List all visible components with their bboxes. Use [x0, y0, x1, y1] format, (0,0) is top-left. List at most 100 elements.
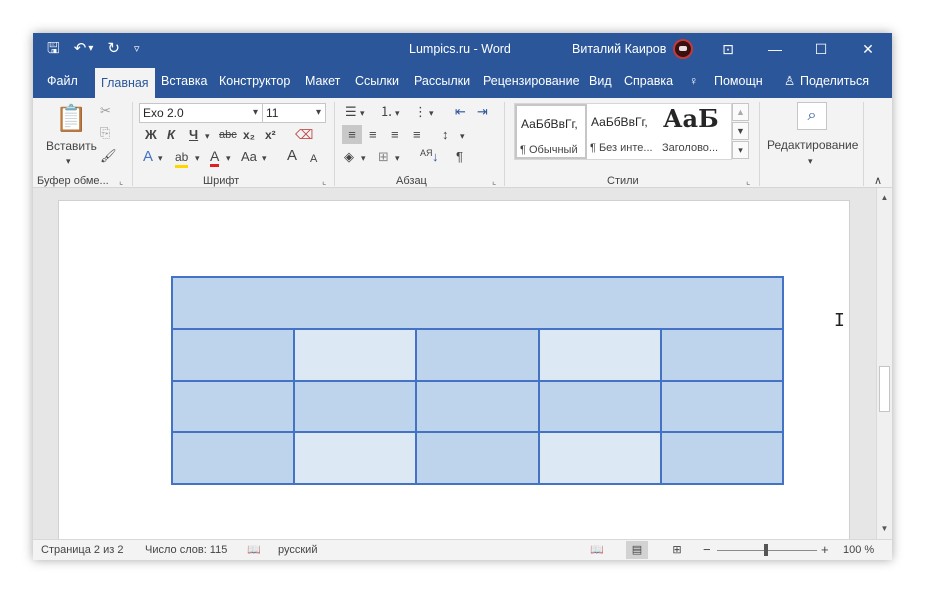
clear-formatting-icon[interactable]: ⌫ [295, 127, 313, 143]
lightbulb-icon[interactable]: ♀ [689, 65, 698, 98]
numbering-icon[interactable]: ⒈ [380, 104, 393, 120]
superscript-button[interactable]: x² [265, 127, 276, 143]
copy-icon[interactable]: ⎘ [100, 125, 110, 141]
chevron-down-icon[interactable]: ▾ [395, 150, 400, 166]
chevron-down-icon[interactable]: ▾ [158, 150, 163, 166]
scroll-thumb[interactable] [879, 366, 890, 412]
table-cell[interactable] [170, 379, 296, 434]
tab-view[interactable]: Вид [589, 65, 612, 98]
style-heading[interactable]: АаБ Заголово... [659, 104, 731, 159]
chevron-down-icon[interactable]: ▾ [262, 150, 267, 166]
multilevel-list-icon[interactable]: ⋮ [414, 104, 427, 120]
table-cell[interactable] [415, 379, 540, 434]
share-button[interactable]: Поделиться [800, 65, 869, 98]
redo-icon[interactable]: ↻ [107, 33, 120, 65]
zoom-slider-thumb[interactable] [764, 544, 768, 556]
center-icon[interactable]: ≡ [369, 127, 377, 143]
justify-icon[interactable]: ≡ [413, 127, 421, 143]
tab-help[interactable]: Справка [624, 65, 673, 98]
tab-insert[interactable]: Вставка [161, 65, 207, 98]
zoom-out-button[interactable]: − [703, 540, 711, 560]
table-cell[interactable] [659, 379, 785, 434]
table-cell[interactable] [537, 379, 662, 434]
chevron-down-icon[interactable]: ▾ [226, 150, 231, 166]
chevron-down-icon[interactable]: ▾ [361, 150, 366, 166]
pilcrow-icon[interactable]: ¶ [456, 149, 463, 165]
paragraph-launcher-icon[interactable]: ⌞ [492, 176, 496, 187]
underline-button[interactable]: Ч [189, 127, 198, 143]
gallery-scroll-down-icon[interactable]: ▼ [732, 122, 749, 140]
paste-icon[interactable]: 📋 [55, 103, 87, 133]
chevron-down-icon[interactable]: ▾ [316, 104, 321, 122]
proofing-icon[interactable]: 📖 [247, 540, 261, 560]
italic-button[interactable]: К [167, 127, 175, 143]
word-table[interactable] [170, 276, 785, 485]
page-indicator[interactable]: Страница 2 из 2 [41, 540, 123, 560]
chevron-down-icon[interactable]: ▾ [460, 128, 465, 144]
tab-layout[interactable]: Макет [305, 65, 340, 98]
search-icon[interactable]: ⌕ [797, 102, 827, 130]
document-area[interactable]: I [33, 188, 876, 539]
customize-qat-icon[interactable]: ▿ [134, 33, 140, 65]
ribbon-display-options-icon[interactable]: ⊡ [705, 33, 751, 65]
chevron-down-icon[interactable]: ▾ [360, 105, 365, 121]
sort-icon[interactable]: ↓ [432, 149, 439, 165]
chevron-down-icon[interactable]: ▾ [395, 105, 400, 121]
save-icon[interactable]: 🖫 [47, 33, 60, 65]
align-right-icon[interactable]: ≡ [391, 127, 399, 143]
table-cell[interactable] [170, 327, 296, 382]
bullets-icon[interactable]: ☰ [345, 104, 357, 120]
text-effects-icon[interactable]: A [143, 149, 153, 165]
change-case-icon[interactable]: Aa [241, 149, 257, 165]
table-cell[interactable] [537, 431, 662, 485]
cut-icon[interactable]: ✂ [100, 103, 111, 119]
table-cell[interactable] [659, 431, 785, 485]
highlight-icon[interactable]: ab [175, 149, 189, 168]
clipboard-launcher-icon[interactable]: ⌞ [119, 176, 123, 187]
tell-me-search[interactable]: Помощн [714, 65, 763, 98]
zoom-in-button[interactable]: + [821, 540, 829, 560]
chevron-down-icon[interactable]: ▾ [195, 150, 200, 166]
table-cell[interactable] [537, 327, 662, 382]
table-cell[interactable] [293, 379, 418, 434]
table-header-cell[interactable] [171, 276, 784, 330]
avatar[interactable] [673, 39, 693, 59]
gallery-scroll-up-icon[interactable]: ▲ [732, 103, 749, 121]
table-cell[interactable] [415, 431, 540, 485]
print-layout-icon[interactable]: ▤ [626, 541, 648, 559]
increase-indent-icon[interactable]: ⇥ [477, 104, 488, 120]
font-launcher-icon[interactable]: ⌞ [322, 176, 326, 187]
web-layout-icon[interactable]: ⊞ [666, 541, 688, 559]
table-cell[interactable] [170, 431, 296, 485]
bold-button[interactable]: Ж [145, 127, 157, 143]
underline-dropdown-icon[interactable]: ▾ [205, 128, 210, 144]
share-icon[interactable]: ♙ [784, 65, 795, 98]
table-cell[interactable] [293, 431, 418, 485]
format-painter-icon[interactable]: 🖌 [100, 148, 117, 164]
paste-dropdown-icon[interactable]: ▾ [66, 153, 71, 169]
language-indicator[interactable]: русский [278, 540, 317, 560]
table-cell[interactable] [415, 327, 540, 382]
style-no-spacing[interactable]: АаБбВвГг, ¶ Без инте... [587, 104, 659, 159]
editing-button[interactable]: Редактирование [767, 137, 858, 153]
tab-mailings[interactable]: Рассылки [414, 65, 470, 98]
tab-home[interactable]: Главная [95, 68, 155, 98]
shrink-font-icon[interactable]: A [310, 151, 317, 167]
vertical-scrollbar[interactable]: ▲ ▼ [876, 188, 892, 539]
read-mode-icon[interactable]: 📖 [586, 541, 608, 559]
font-color-icon[interactable]: A [210, 148, 220, 167]
tab-design[interactable]: Конструктор [219, 65, 290, 98]
strikethrough-button[interactable]: abc [219, 127, 237, 143]
styles-launcher-icon[interactable]: ⌞ [746, 176, 750, 187]
zoom-level[interactable]: 100 % [843, 540, 874, 560]
font-name-combo[interactable]: Exo 2.0 ▾ [139, 103, 263, 123]
word-count[interactable]: Число слов: 115 [145, 540, 227, 560]
scroll-up-icon[interactable]: ▲ [877, 190, 892, 205]
scroll-down-icon[interactable]: ▼ [877, 521, 892, 536]
sort-letters[interactable]: АЯ [420, 149, 433, 158]
undo-icon[interactable]: ↶ [74, 33, 87, 65]
shading-icon[interactable]: ◈ [344, 149, 354, 165]
tab-file[interactable]: Файл [47, 65, 78, 98]
user-name[interactable]: Виталий Каиров [572, 33, 666, 65]
close-icon[interactable]: ✕ [845, 33, 891, 65]
